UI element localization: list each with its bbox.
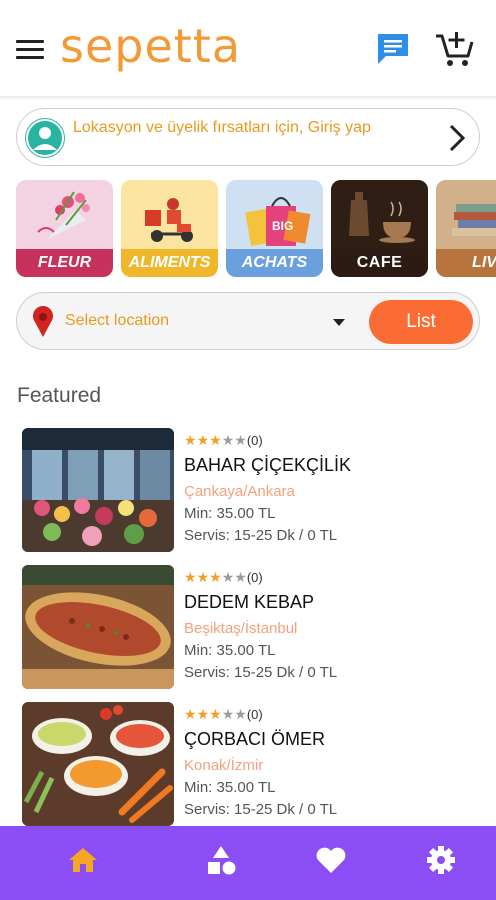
star-filled-icon: ★ <box>184 569 197 585</box>
store-rating: ★ ★ ★ ★ ★ (0) <box>184 706 480 722</box>
category-label: ACHATS <box>226 249 323 277</box>
category-label: CAFE <box>331 249 428 277</box>
cart-add-icon[interactable] <box>434 28 476 70</box>
store-service: Servis: 15-25 Dk / 0 TL <box>184 801 338 818</box>
store-service: Servis: 15-25 Dk / 0 TL <box>184 527 338 544</box>
store-name: BAHAR ÇİÇEKÇİLİK <box>184 455 352 475</box>
books-illustration <box>436 180 496 250</box>
rating-count: (0) <box>246 432 263 448</box>
shopping-bags-illustration: BIG <box>226 180 323 250</box>
star-filled-icon: ★ <box>209 569 222 585</box>
star-empty-icon: ★ <box>234 432 247 448</box>
star-filled-icon: ★ <box>196 432 210 448</box>
settings-icon[interactable] <box>421 840 461 880</box>
chat-icon[interactable] <box>374 30 412 68</box>
star-empty-icon: ★ <box>221 569 235 585</box>
store-name: ÇORBACI ÖMER <box>184 729 326 749</box>
bottom-nav <box>0 826 496 900</box>
category-strip: FLEUR ALIMENTS BIG ACHATS CAFE LIV <box>16 180 496 278</box>
store-card[interactable]: ★ ★ ★ ★ ★ (0) BAHAR ÇİÇEKÇİLİK Çankaya/A… <box>22 428 482 554</box>
store-rating: ★ ★ ★ ★ ★ (0) <box>184 432 480 448</box>
flower-illustration <box>16 180 113 250</box>
category-cafe[interactable]: CAFE <box>331 180 428 277</box>
coffee-illustration <box>331 180 428 250</box>
store-location: Çankaya/Ankara <box>184 483 295 500</box>
login-prompt-text: Lokasyon ve üyelik fırsatları için, Giri… <box>73 119 371 136</box>
star-empty-icon: ★ <box>221 706 235 722</box>
star-empty-icon: ★ <box>221 432 235 448</box>
category-label: FLEUR <box>16 249 113 277</box>
star-filled-icon: ★ <box>196 706 210 722</box>
store-service: Servis: 15-25 Dk / 0 TL <box>184 664 338 681</box>
store-min-order: Min: 35.00 TL <box>184 642 276 659</box>
category-label: ALIMENTS <box>121 249 218 277</box>
category-aliments[interactable]: ALIMENTS <box>121 180 218 277</box>
star-filled-icon: ★ <box>209 432 222 448</box>
store-card[interactable]: ★ ★ ★ ★ ★ (0) DEDEM KEBAP Beşiktaş/İstan… <box>22 565 482 691</box>
store-image-flower-shop <box>22 428 174 552</box>
store-min-order: Min: 35.00 TL <box>184 505 276 522</box>
store-name: DEDEM KEBAP <box>184 592 315 612</box>
dropdown-arrow-icon[interactable] <box>333 319 345 326</box>
store-location: Konak/İzmir <box>184 757 264 774</box>
store-card[interactable]: ★ ★ ★ ★ ★ (0) ÇORBACI ÖMER Konak/İzmir M… <box>22 702 482 828</box>
heart-icon[interactable] <box>311 840 351 880</box>
store-info: ★ ★ ★ ★ ★ (0) BAHAR ÇİÇEKÇİLİK Çankaya/A… <box>184 432 480 546</box>
category-label: LIV <box>436 249 496 277</box>
store-location: Beşiktaş/İstanbul <box>184 620 298 637</box>
shapes-icon[interactable] <box>201 840 241 880</box>
app-header: sepetta <box>0 0 496 96</box>
svg-text:BIG: BIG <box>272 219 293 233</box>
location-pin-icon <box>31 306 55 338</box>
featured-title: Featured <box>17 384 102 407</box>
store-image-soup <box>22 702 174 826</box>
store-image-kebab <box>22 565 174 689</box>
delivery-illustration <box>121 180 218 250</box>
list-button[interactable]: List <box>369 300 473 344</box>
store-min-order: Min: 35.00 TL <box>184 779 276 796</box>
star-filled-icon: ★ <box>209 706 222 722</box>
location-select[interactable]: Select location <box>65 312 169 330</box>
chevron-right-icon <box>447 124 467 152</box>
rating-count: (0) <box>246 569 263 585</box>
category-fleur[interactable]: FLEUR <box>16 180 113 277</box>
store-rating: ★ ★ ★ ★ ★ (0) <box>184 569 480 585</box>
store-info: ★ ★ ★ ★ ★ (0) DEDEM KEBAP Beşiktaş/İstan… <box>184 569 480 683</box>
login-banner[interactable]: Lokasyon ve üyelik fırsatları için, Giri… <box>16 108 480 166</box>
category-achats[interactable]: BIG ACHATS <box>226 180 323 277</box>
store-info: ★ ★ ★ ★ ★ (0) ÇORBACI ÖMER Konak/İzmir M… <box>184 706 480 820</box>
menu-icon[interactable] <box>14 36 46 62</box>
star-filled-icon: ★ <box>184 706 197 722</box>
home-icon[interactable] <box>63 840 103 880</box>
category-liv[interactable]: LIV <box>436 180 496 277</box>
location-bar: Select location List <box>16 292 480 350</box>
app-root: sepetta Lokasyon ve üyelik fırsatları iç… <box>0 0 496 900</box>
app-logo: sepetta <box>60 19 242 73</box>
star-empty-icon: ★ <box>234 706 247 722</box>
star-filled-icon: ★ <box>196 569 210 585</box>
rating-count: (0) <box>246 706 263 722</box>
star-filled-icon: ★ <box>184 432 197 448</box>
user-avatar-icon <box>25 118 65 158</box>
star-empty-icon: ★ <box>234 569 247 585</box>
